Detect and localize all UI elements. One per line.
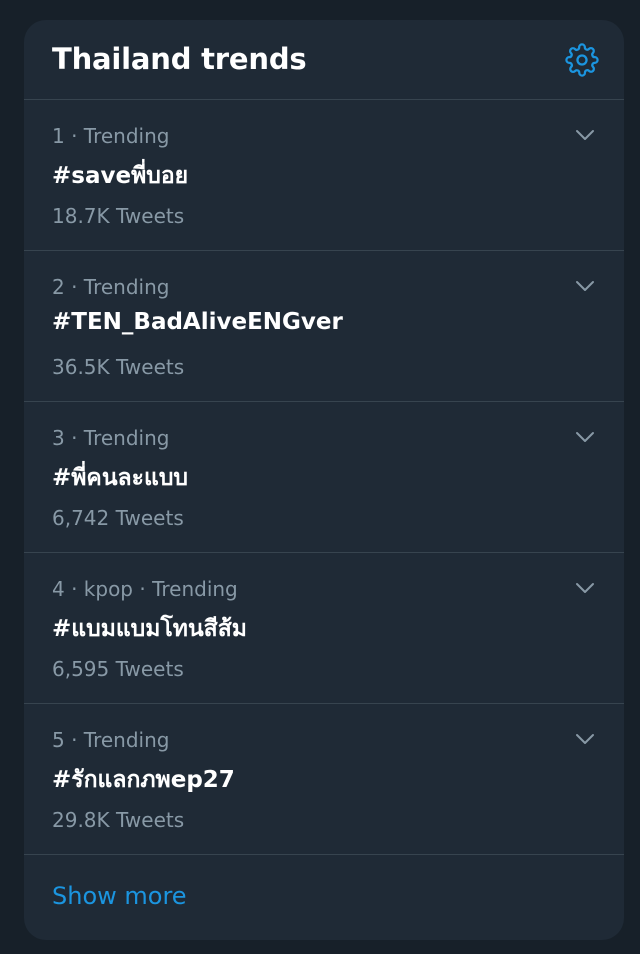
trends-title: Thailand trends	[52, 42, 307, 76]
chevron-down-icon	[576, 583, 594, 593]
gear-icon	[565, 43, 599, 77]
trend-meta: 5 · Trending	[52, 728, 170, 752]
trend-name: #พี่คนละแบบ	[52, 465, 189, 491]
trend-name: #TEN_BadAliveENGver	[52, 309, 343, 335]
trend-more-button[interactable]	[572, 575, 598, 601]
chevron-down-icon	[576, 130, 594, 140]
trend-tweet-count: 36.5K Tweets	[52, 355, 185, 379]
trend-meta: 4 · kpop · Trending	[52, 577, 238, 601]
show-more-link[interactable]: Show more	[52, 882, 187, 910]
trend-more-button[interactable]	[572, 273, 598, 299]
trend-item-2[interactable]: 2 · Trending #TEN_BadAliveENGver 36.5K T…	[24, 251, 624, 402]
trend-item-4[interactable]: 4 · kpop · Trending #แบมแบมโทนสีส้ม 6,59…	[24, 553, 624, 704]
chevron-down-icon	[576, 734, 594, 744]
trend-item-3[interactable]: 3 · Trending #พี่คนละแบบ 6,742 Tweets	[24, 402, 624, 553]
trend-tweet-count: 18.7K Tweets	[52, 204, 185, 228]
trend-tweet-count: 6,742 Tweets	[52, 506, 184, 530]
trend-meta: 3 · Trending	[52, 426, 170, 450]
trends-panel: Thailand trends 1 · Trending #saveพี่บอย…	[24, 20, 624, 940]
trend-more-button[interactable]	[572, 122, 598, 148]
trend-item-1[interactable]: 1 · Trending #saveพี่บอย 18.7K Tweets	[24, 100, 624, 251]
trend-name: #แบมแบมโทนสีส้ม	[52, 616, 247, 642]
trend-item-5[interactable]: 5 · Trending #รักแลกภพep27 29.8K Tweets	[24, 704, 624, 855]
trend-more-button[interactable]	[572, 424, 598, 450]
trend-meta: 2 · Trending	[52, 275, 170, 299]
trend-name: #รักแลกภพep27	[52, 767, 235, 793]
trend-name: #saveพี่บอย	[52, 163, 189, 189]
trend-tweet-count: 6,595 Tweets	[52, 657, 184, 681]
trends-settings-button[interactable]	[562, 40, 602, 80]
chevron-down-icon	[576, 432, 594, 442]
trend-tweet-count: 29.8K Tweets	[52, 808, 185, 832]
chevron-down-icon	[576, 281, 594, 291]
trend-more-button[interactable]	[572, 726, 598, 752]
trends-header: Thailand trends	[24, 20, 624, 100]
trend-meta: 1 · Trending	[52, 124, 170, 148]
